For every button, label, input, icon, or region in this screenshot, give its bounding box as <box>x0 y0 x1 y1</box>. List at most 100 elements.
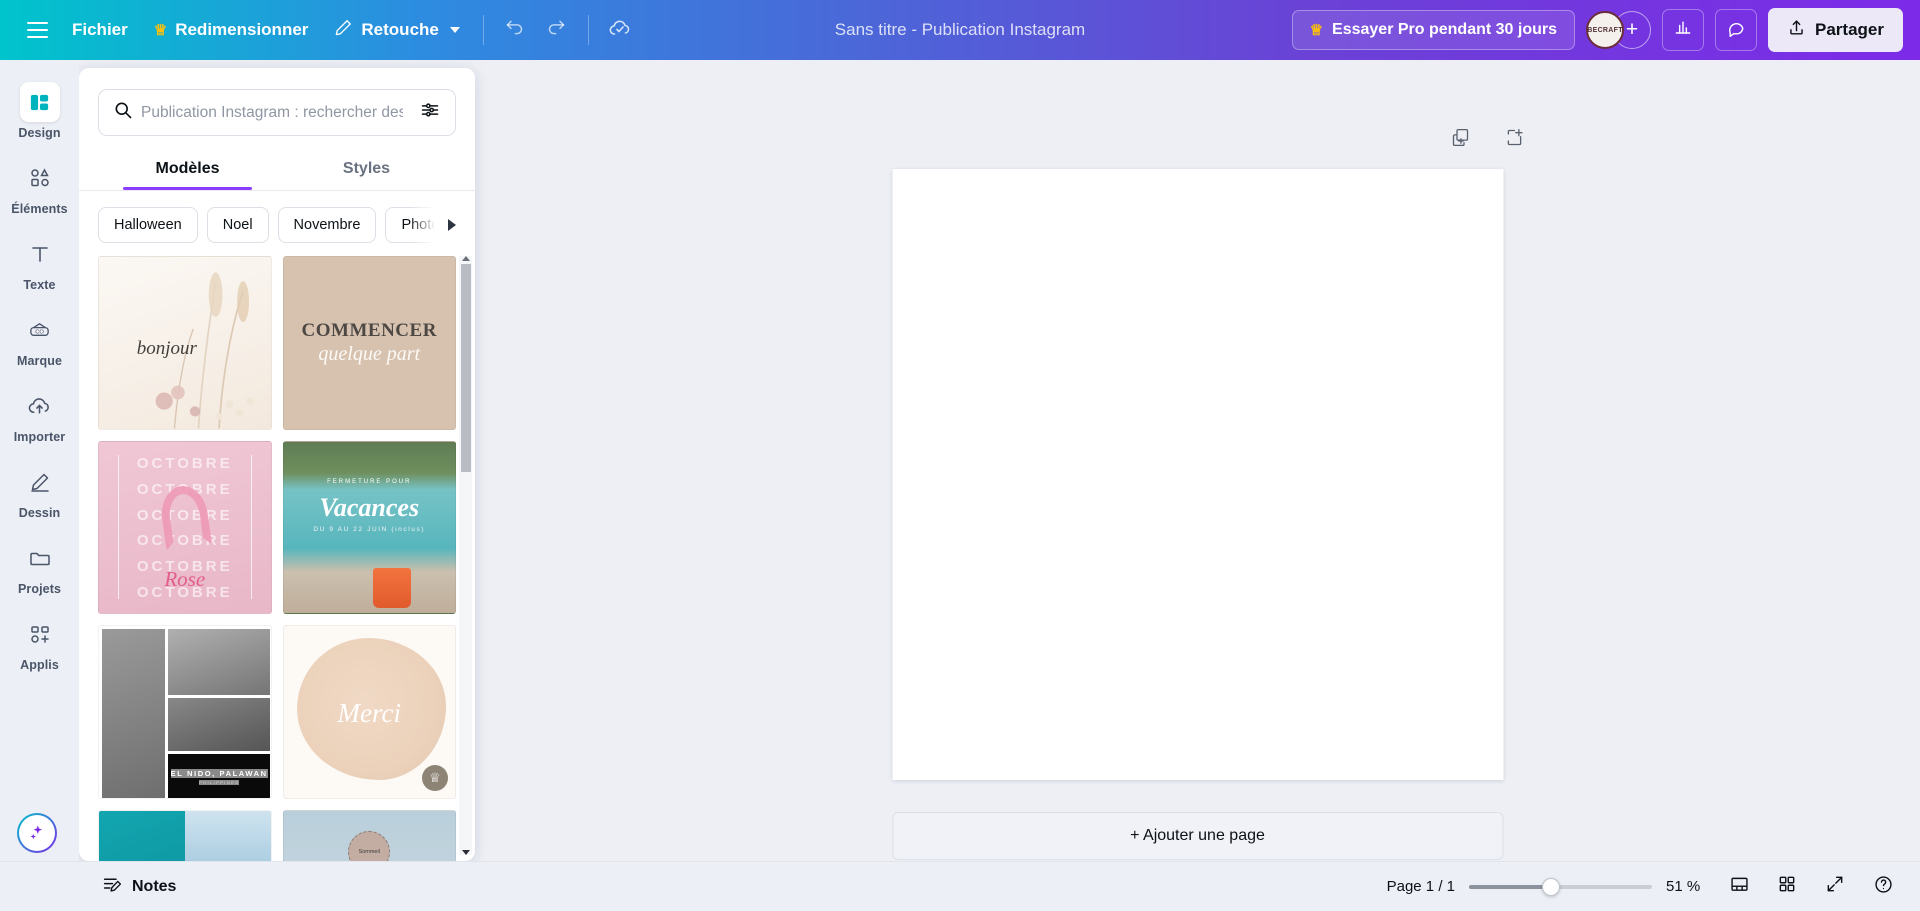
template-small-text: FERMETURE POUR <box>327 479 412 486</box>
topbar-right-group: ♕ Essayer Pro pendant 30 jours BECRAFT + <box>1291 8 1920 52</box>
scrollbar-thumb[interactable] <box>460 264 471 472</box>
template-card[interactable]: bonjour <box>98 256 272 430</box>
file-menu-button[interactable]: Fichier <box>59 12 141 48</box>
magic-sparkles-icon <box>19 815 55 851</box>
design-icon <box>19 82 60 122</box>
help-button[interactable] <box>1866 870 1900 904</box>
expand-fullscreen-icon <box>1825 874 1845 899</box>
add-page-bar[interactable]: + Ajouter une page <box>892 812 1503 860</box>
left-sidebar: Design Éléments Texte CO Marque Importer… <box>0 60 79 911</box>
magic-studio-button[interactable] <box>17 813 57 853</box>
photo-thumb <box>184 810 271 861</box>
sidebar-item-brand[interactable]: CO Marque <box>4 302 76 375</box>
stats-button[interactable] <box>1662 9 1705 51</box>
comments-button[interactable] <box>1715 9 1758 51</box>
help-question-icon <box>1873 874 1894 900</box>
zoom-knob[interactable] <box>1542 877 1561 896</box>
hamburger-menu-button[interactable] <box>15 8 59 52</box>
redo-button[interactable] <box>536 9 578 51</box>
template-card[interactable]: ÇA Y'EST, C'EST <box>98 809 272 861</box>
canvas-area[interactable]: + Ajouter une page <box>475 60 1920 861</box>
scroll-down-arrow[interactable] <box>459 850 472 855</box>
template-text: EL NIDO, PALAWAN <box>170 769 268 779</box>
sidebar-item-apps[interactable]: Applis <box>4 606 76 679</box>
sidebar-item-upload[interactable]: Importer <box>4 378 76 451</box>
chip-halloween[interactable]: Halloween <box>98 207 198 243</box>
cloud-saved-icon <box>608 16 632 45</box>
filter-sliders-icon <box>420 100 440 125</box>
hamburger-icon <box>26 29 48 31</box>
elements-icon <box>20 158 60 198</box>
template-text: COMMENCER <box>301 319 437 341</box>
template-card[interactable]: EL NIDO, PALAWAN PHILIPPINES <box>98 625 272 799</box>
duplicate-page-button[interactable] <box>1443 122 1479 158</box>
template-ghost-text: OCTOBRE <box>136 455 233 473</box>
chip-noel[interactable]: Noel <box>206 207 269 243</box>
sidebar-item-draw[interactable]: Dessin <box>4 454 76 527</box>
search-row <box>79 68 475 136</box>
document-title[interactable]: Sans titre - Publication Instagram <box>823 14 1097 46</box>
search-input[interactable] <box>133 103 411 122</box>
chip-novembre[interactable]: Novembre <box>277 207 377 243</box>
photo-thumb <box>167 698 271 752</box>
sidebar-item-projects[interactable]: Projets <box>4 530 76 603</box>
templates-scroll-area[interactable]: bonjour COMMENCER quelque part OCTOBRE O… <box>79 256 475 861</box>
page-view-button[interactable] <box>1722 870 1756 904</box>
hamburger-icon <box>26 22 48 24</box>
scroll-up-arrow[interactable] <box>459 256 472 261</box>
template-card[interactable]: OCTOBRE OCTOBRE OCTOBRE OCTOBRE OCTOBRE … <box>98 440 272 614</box>
search-filter-button[interactable] <box>411 94 449 132</box>
sidebar-item-elements[interactable]: Éléments <box>4 150 76 223</box>
grid-thumbnails-icon <box>1777 874 1797 899</box>
share-button[interactable]: Partager <box>1768 8 1903 52</box>
template-card[interactable]: FERMETURE POUR Vacances DU 9 AU 22 JUIN … <box>282 440 456 614</box>
sidebar-item-design[interactable]: Design <box>4 74 76 147</box>
panel-scrollbar[interactable] <box>459 256 472 855</box>
tab-styles[interactable]: Styles <box>277 150 456 190</box>
triangle-up-icon <box>461 256 470 261</box>
tab-modeles[interactable]: Modèles <box>98 150 277 190</box>
sidebar-label: Projets <box>17 582 62 596</box>
zoom-fill <box>1469 884 1552 889</box>
chevron-down-icon <box>449 27 460 33</box>
thumbnails-button[interactable] <box>1770 870 1804 904</box>
panel-tabs: Modèles Styles <box>79 150 475 190</box>
template-card[interactable]: Sommeil Nutrition Exercice <box>282 809 456 861</box>
caption-block: EL NIDO, PALAWAN PHILIPPINES <box>167 754 271 798</box>
sidebar-item-text[interactable]: Texte <box>4 226 76 299</box>
sidebar-label: Applis <box>20 658 59 672</box>
template-text: Vacances <box>319 492 420 522</box>
template-card[interactable]: COMMENCER quelque part <box>282 256 456 430</box>
add-page-label: + Ajouter une page <box>1130 827 1265 844</box>
resize-button[interactable]: ♕ Redimensionner <box>141 12 322 48</box>
template-subtext: quelque part <box>318 342 421 365</box>
cloud-saved-button[interactable] <box>599 9 641 51</box>
template-text: Merci <box>337 698 401 729</box>
design-page-canvas[interactable] <box>892 169 1503 780</box>
photo-thumb <box>167 629 271 696</box>
page-view-icon <box>1729 874 1750 900</box>
avatar[interactable]: BECRAFT <box>1586 11 1625 49</box>
decor-line <box>117 455 119 600</box>
sidebar-label: Importer <box>13 430 66 444</box>
chip-photo[interactable]: Photo <box>385 207 456 243</box>
sidebar-label: Texte <box>23 278 56 292</box>
add-page-button[interactable] <box>1497 122 1533 158</box>
page-counter: Page 1 / 1 <box>1386 878 1455 895</box>
share-upload-icon <box>1787 18 1806 42</box>
crown-icon: ♕ <box>153 21 168 39</box>
notes-label: Notes <box>132 877 177 895</box>
tab-label: Modèles <box>155 160 220 177</box>
template-text: bonjour <box>136 337 197 359</box>
search-box[interactable] <box>98 89 456 136</box>
zoom-slider[interactable] <box>1469 877 1652 897</box>
fullscreen-button[interactable] <box>1818 870 1852 904</box>
page-tools <box>1443 122 1533 158</box>
template-card[interactable]: Merci ♕ <box>282 625 456 799</box>
templates-panel: Modèles Styles Halloween Noel Novembre P… <box>79 68 475 861</box>
undo-button[interactable] <box>494 9 536 51</box>
retouch-button[interactable]: Retouche <box>321 10 472 50</box>
notes-button[interactable]: Notes <box>90 867 188 907</box>
try-pro-button[interactable]: ♕ Essayer Pro pendant 30 jours <box>1291 10 1576 50</box>
template-subtext: DU 9 AU 22 JUIN (inclus) <box>313 525 426 533</box>
